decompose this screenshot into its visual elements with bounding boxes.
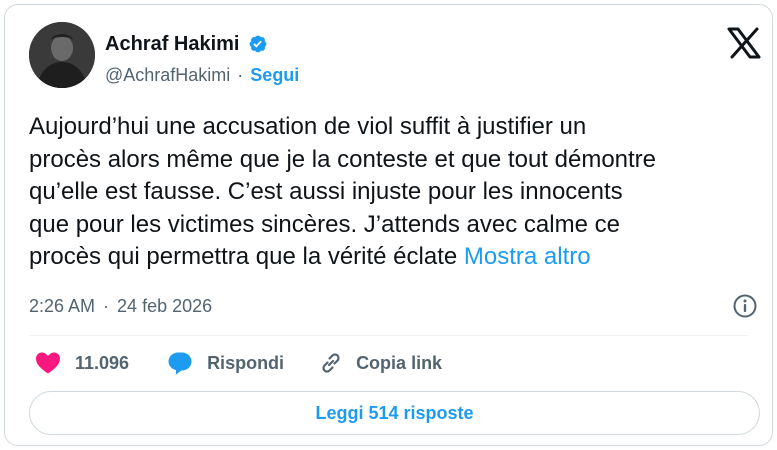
tweet-time: 2:26 AM bbox=[29, 295, 96, 316]
like-button[interactable]: 11.096 bbox=[35, 351, 129, 375]
tweet-date: 24 feb 2026 bbox=[117, 295, 213, 316]
divider bbox=[29, 335, 748, 336]
avatar[interactable] bbox=[29, 22, 95, 88]
read-replies-button[interactable]: Leggi 514 risposte bbox=[29, 391, 760, 435]
verified-badge-icon bbox=[249, 35, 266, 53]
author-handle-row: @AchrafHakimi · Segui bbox=[105, 63, 299, 87]
follow-button[interactable]: Segui bbox=[250, 65, 299, 86]
speech-bubble-icon bbox=[168, 352, 192, 375]
handle-separator: · bbox=[237, 64, 244, 85]
like-count: 11.096 bbox=[75, 352, 130, 373]
tweet-actions: 11.096 Rispondi Copia link bbox=[35, 348, 442, 378]
copy-link-button[interactable]: Copia link bbox=[318, 350, 442, 376]
reply-button[interactable]: Rispondi bbox=[167, 350, 284, 376]
x-logo-icon[interactable] bbox=[727, 27, 761, 59]
heart-icon bbox=[36, 352, 60, 374]
read-replies-label: Leggi 514 risposte bbox=[315, 402, 474, 423]
reply-label: Rispondi bbox=[207, 352, 285, 373]
show-more-link[interactable]: Mostra altro bbox=[464, 243, 591, 270]
info-icon[interactable] bbox=[732, 293, 758, 319]
author-handle[interactable]: @AchrafHakimi bbox=[105, 65, 230, 86]
author-name[interactable]: Achraf Hakimi bbox=[105, 33, 240, 56]
tweet-text: Aujourd’hui une accusation de viol suffi… bbox=[29, 111, 764, 274]
author-name-row: Achraf Hakimi bbox=[105, 30, 268, 58]
tweet-timestamp[interactable]: 2:26 AM · 24 feb 2026 bbox=[29, 293, 212, 319]
tweet-embed-card: Achraf Hakimi @AchrafHakimi · Segui Aujo… bbox=[4, 4, 773, 446]
link-icon bbox=[322, 353, 340, 373]
copy-link-label: Copia link bbox=[356, 352, 443, 373]
timestamp-separator: · bbox=[103, 295, 110, 316]
